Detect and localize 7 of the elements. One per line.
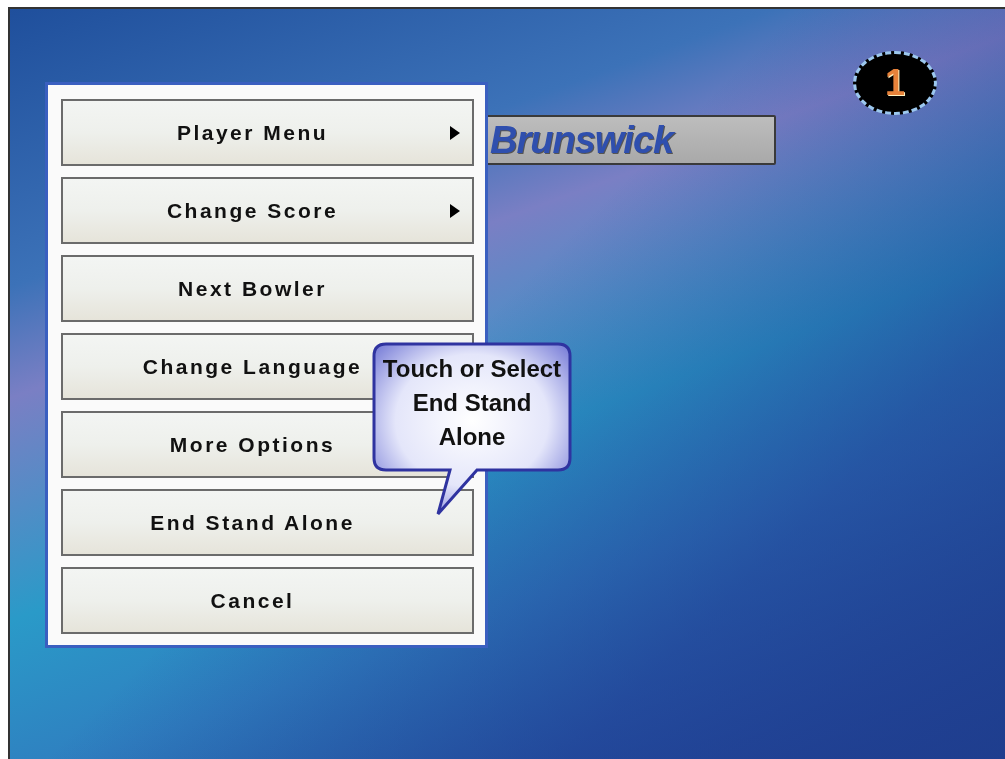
menu-button[interactable]: Player Menu <box>61 99 474 166</box>
menu-button[interactable]: Next Bowler <box>61 255 474 322</box>
menu-button[interactable]: Cancel <box>61 567 474 634</box>
lane-number-badge: 1 <box>853 51 937 115</box>
menu-button[interactable]: End Stand Alone <box>61 489 474 556</box>
brand-logo: Brunswick <box>490 118 674 162</box>
menu-button[interactable]: Change Score <box>61 177 474 244</box>
